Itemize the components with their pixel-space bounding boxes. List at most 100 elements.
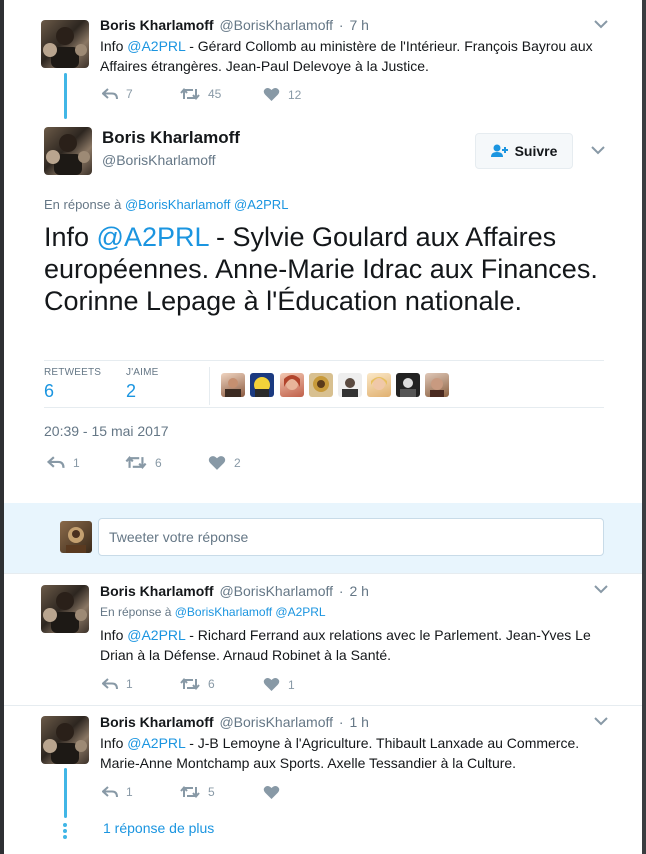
tweet-actions: 1 6 2	[47, 455, 347, 475]
main-user-handle[interactable]: @BorisKharlamoff	[102, 152, 216, 168]
user-name[interactable]: Boris Kharlamoff	[100, 583, 214, 599]
retweet-count: 6	[208, 677, 215, 691]
chevron-down-icon[interactable]	[593, 583, 609, 595]
avatar[interactable]	[41, 585, 89, 633]
divider	[4, 573, 642, 574]
retweet-icon	[180, 87, 200, 101]
retweet-count: 6	[155, 455, 162, 470]
tweet-actions: 1 5	[102, 785, 402, 805]
retweet-button[interactable]: 45	[180, 87, 221, 101]
current-user-avatar[interactable]	[60, 521, 92, 553]
reply-icon	[47, 456, 65, 468]
retweet-icon	[125, 456, 147, 469]
reply-button[interactable]: 1	[102, 677, 133, 691]
liker-avatar[interactable]	[250, 373, 274, 397]
like-button[interactable]	[263, 785, 288, 800]
reply-count: 7	[126, 87, 133, 101]
thread-more-dots	[63, 823, 68, 841]
like-count: 12	[288, 87, 302, 102]
reply-context: En réponse à @BorisKharlamoff @A2PRL	[100, 605, 326, 619]
liker-avatar[interactable]	[367, 373, 391, 397]
user-name[interactable]: Boris Kharlamoff	[100, 714, 214, 730]
like-count: 2	[234, 456, 241, 470]
likes-stat[interactable]: 2	[126, 381, 136, 402]
retweet-button[interactable]: 6	[125, 455, 162, 470]
separator-dot: ·	[338, 714, 344, 730]
chevron-down-icon[interactable]	[590, 144, 606, 156]
tweet-text: Info @A2PRL - Richard Ferrand aux relati…	[100, 625, 610, 665]
add-user-icon	[490, 144, 508, 157]
more-replies-link[interactable]: 1 réponse de plus	[103, 820, 214, 836]
liker-avatar[interactable]	[425, 373, 449, 397]
tweet-text: Info @A2PRL - J-B Lemoyne à l'Agricultur…	[100, 733, 610, 773]
divider	[44, 407, 604, 408]
like-button[interactable]: 1	[263, 677, 295, 692]
mention-link[interactable]: @A2PRL	[97, 222, 209, 252]
divider	[4, 705, 642, 706]
reply-to-user[interactable]: @A2PRL	[234, 197, 288, 212]
tweet-header: Boris Kharlamoff @BorisKharlamoff · 2 h	[100, 583, 369, 599]
tweet-time[interactable]: 1 h	[349, 714, 368, 730]
divider	[44, 360, 604, 361]
separator-dot: ·	[338, 17, 344, 33]
reply-prefix: En réponse à	[44, 197, 125, 212]
liker-avatar[interactable]	[396, 373, 420, 397]
separator-dot: ·	[338, 583, 344, 599]
retweet-button[interactable]: 6	[180, 677, 215, 691]
likes-label: J'AIME	[126, 367, 159, 378]
liker-avatar[interactable]	[221, 373, 245, 397]
user-handle[interactable]: @BorisKharlamoff	[219, 714, 333, 730]
reply-count: 1	[126, 785, 133, 799]
chevron-down-icon[interactable]	[593, 18, 609, 30]
user-handle[interactable]: @BorisKharlamoff	[219, 17, 333, 33]
thread-line	[64, 73, 67, 119]
liker-avatar[interactable]	[309, 373, 333, 397]
mention-link[interactable]: @A2PRL	[127, 38, 185, 54]
reply-count: 1	[126, 677, 133, 691]
text-prefix: Info	[100, 627, 128, 643]
reply-button[interactable]: 1	[47, 455, 80, 470]
reply-icon	[102, 786, 118, 798]
like-button[interactable]: 12	[263, 87, 301, 102]
chevron-down-icon[interactable]	[593, 715, 609, 727]
avatar[interactable]	[41, 20, 89, 68]
retweets-label: RETWEETS	[44, 367, 102, 378]
tweet-timestamp[interactable]: 20:39 - 15 mai 2017	[44, 423, 169, 439]
reply-button[interactable]: 1	[102, 785, 133, 799]
avatar[interactable]	[44, 127, 92, 175]
user-handle[interactable]: @BorisKharlamoff	[219, 583, 333, 599]
reply-icon	[102, 88, 118, 100]
tweet-header: Boris Kharlamoff @BorisKharlamoff · 7 h	[100, 17, 369, 33]
liker-avatar[interactable]	[280, 373, 304, 397]
avatar[interactable]	[41, 716, 89, 764]
reply-to-user[interactable]: @A2PRL	[275, 605, 325, 619]
retweet-button[interactable]: 5	[180, 785, 215, 799]
tweet-text: Info @A2PRL - Gérard Collomb au ministèr…	[100, 36, 610, 76]
reply-count: 1	[73, 455, 80, 470]
reply-button[interactable]: 7	[102, 87, 133, 101]
heart-icon	[263, 87, 280, 101]
main-tweet-text: Info @A2PRL - Sylvie Goulard aux Affaire…	[44, 221, 604, 317]
retweet-icon	[180, 785, 200, 799]
reply-input[interactable]: Tweeter votre réponse	[98, 518, 604, 556]
mention-link[interactable]: @A2PRL	[127, 735, 185, 751]
main-user-name[interactable]: Boris Kharlamoff	[102, 128, 240, 148]
retweet-count: 5	[208, 785, 215, 799]
thread-line	[64, 768, 67, 818]
retweets-stat[interactable]: 6	[44, 381, 54, 402]
reply-to-user[interactable]: @BorisKharlamoff	[125, 197, 230, 212]
tweet-actions: 1 6 1	[102, 677, 402, 697]
tweet-header: Boris Kharlamoff @BorisKharlamoff · 1 h	[100, 714, 369, 730]
liker-avatar[interactable]	[338, 373, 362, 397]
tweet-time[interactable]: 7 h	[349, 17, 368, 33]
mention-link[interactable]: @A2PRL	[127, 627, 185, 643]
heart-icon	[208, 456, 226, 470]
tweet-time[interactable]: 2 h	[349, 583, 368, 599]
text-prefix: Info	[44, 222, 97, 252]
like-count: 1	[288, 677, 295, 692]
follow-button[interactable]: Suivre	[475, 133, 573, 169]
user-name[interactable]: Boris Kharlamoff	[100, 17, 214, 33]
heart-icon	[263, 677, 280, 691]
reply-to-user[interactable]: @BorisKharlamoff	[175, 605, 272, 619]
like-button[interactable]: 2	[208, 455, 241, 471]
